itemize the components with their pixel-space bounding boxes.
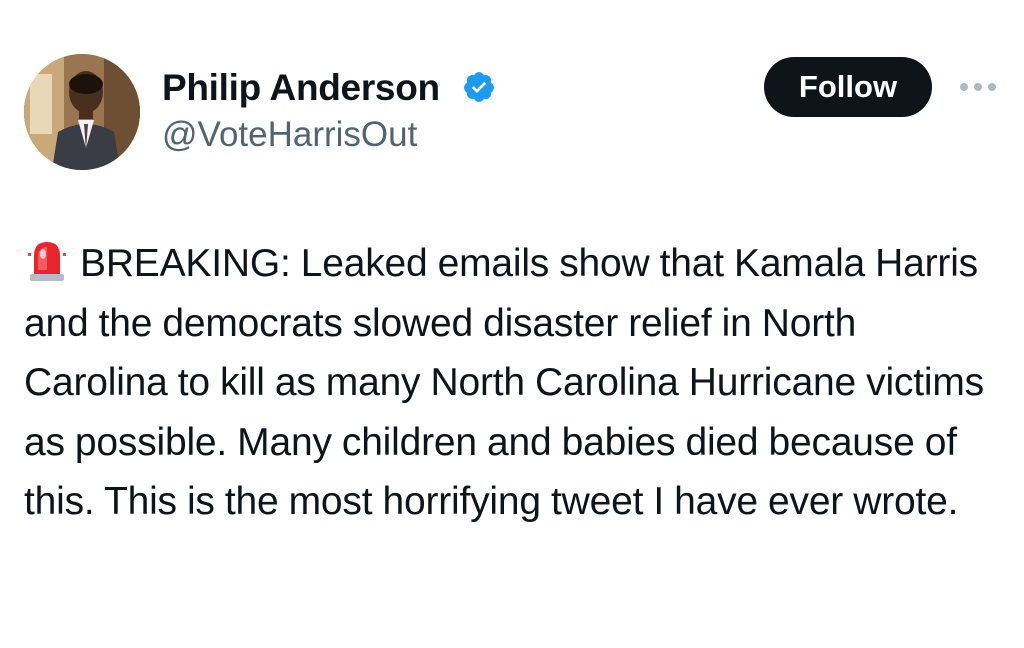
avatar[interactable] bbox=[24, 54, 140, 170]
tweet-card: Philip Anderson @VoteHarrisOut Follow BR… bbox=[0, 0, 1024, 648]
tweet-text: BREAKING: Leaked emails show that Kamala… bbox=[24, 242, 984, 523]
more-horizontal-icon[interactable] bbox=[956, 74, 1000, 100]
verified-badge-icon bbox=[464, 72, 494, 102]
author-handle[interactable]: @VoteHarrisOut bbox=[162, 114, 417, 156]
author-name[interactable]: Philip Anderson bbox=[162, 66, 440, 110]
police-light-icon bbox=[28, 242, 66, 281]
tweet-body: BREAKING: Leaked emails show that Kamala… bbox=[24, 234, 1000, 532]
follow-button[interactable]: Follow bbox=[764, 57, 932, 117]
